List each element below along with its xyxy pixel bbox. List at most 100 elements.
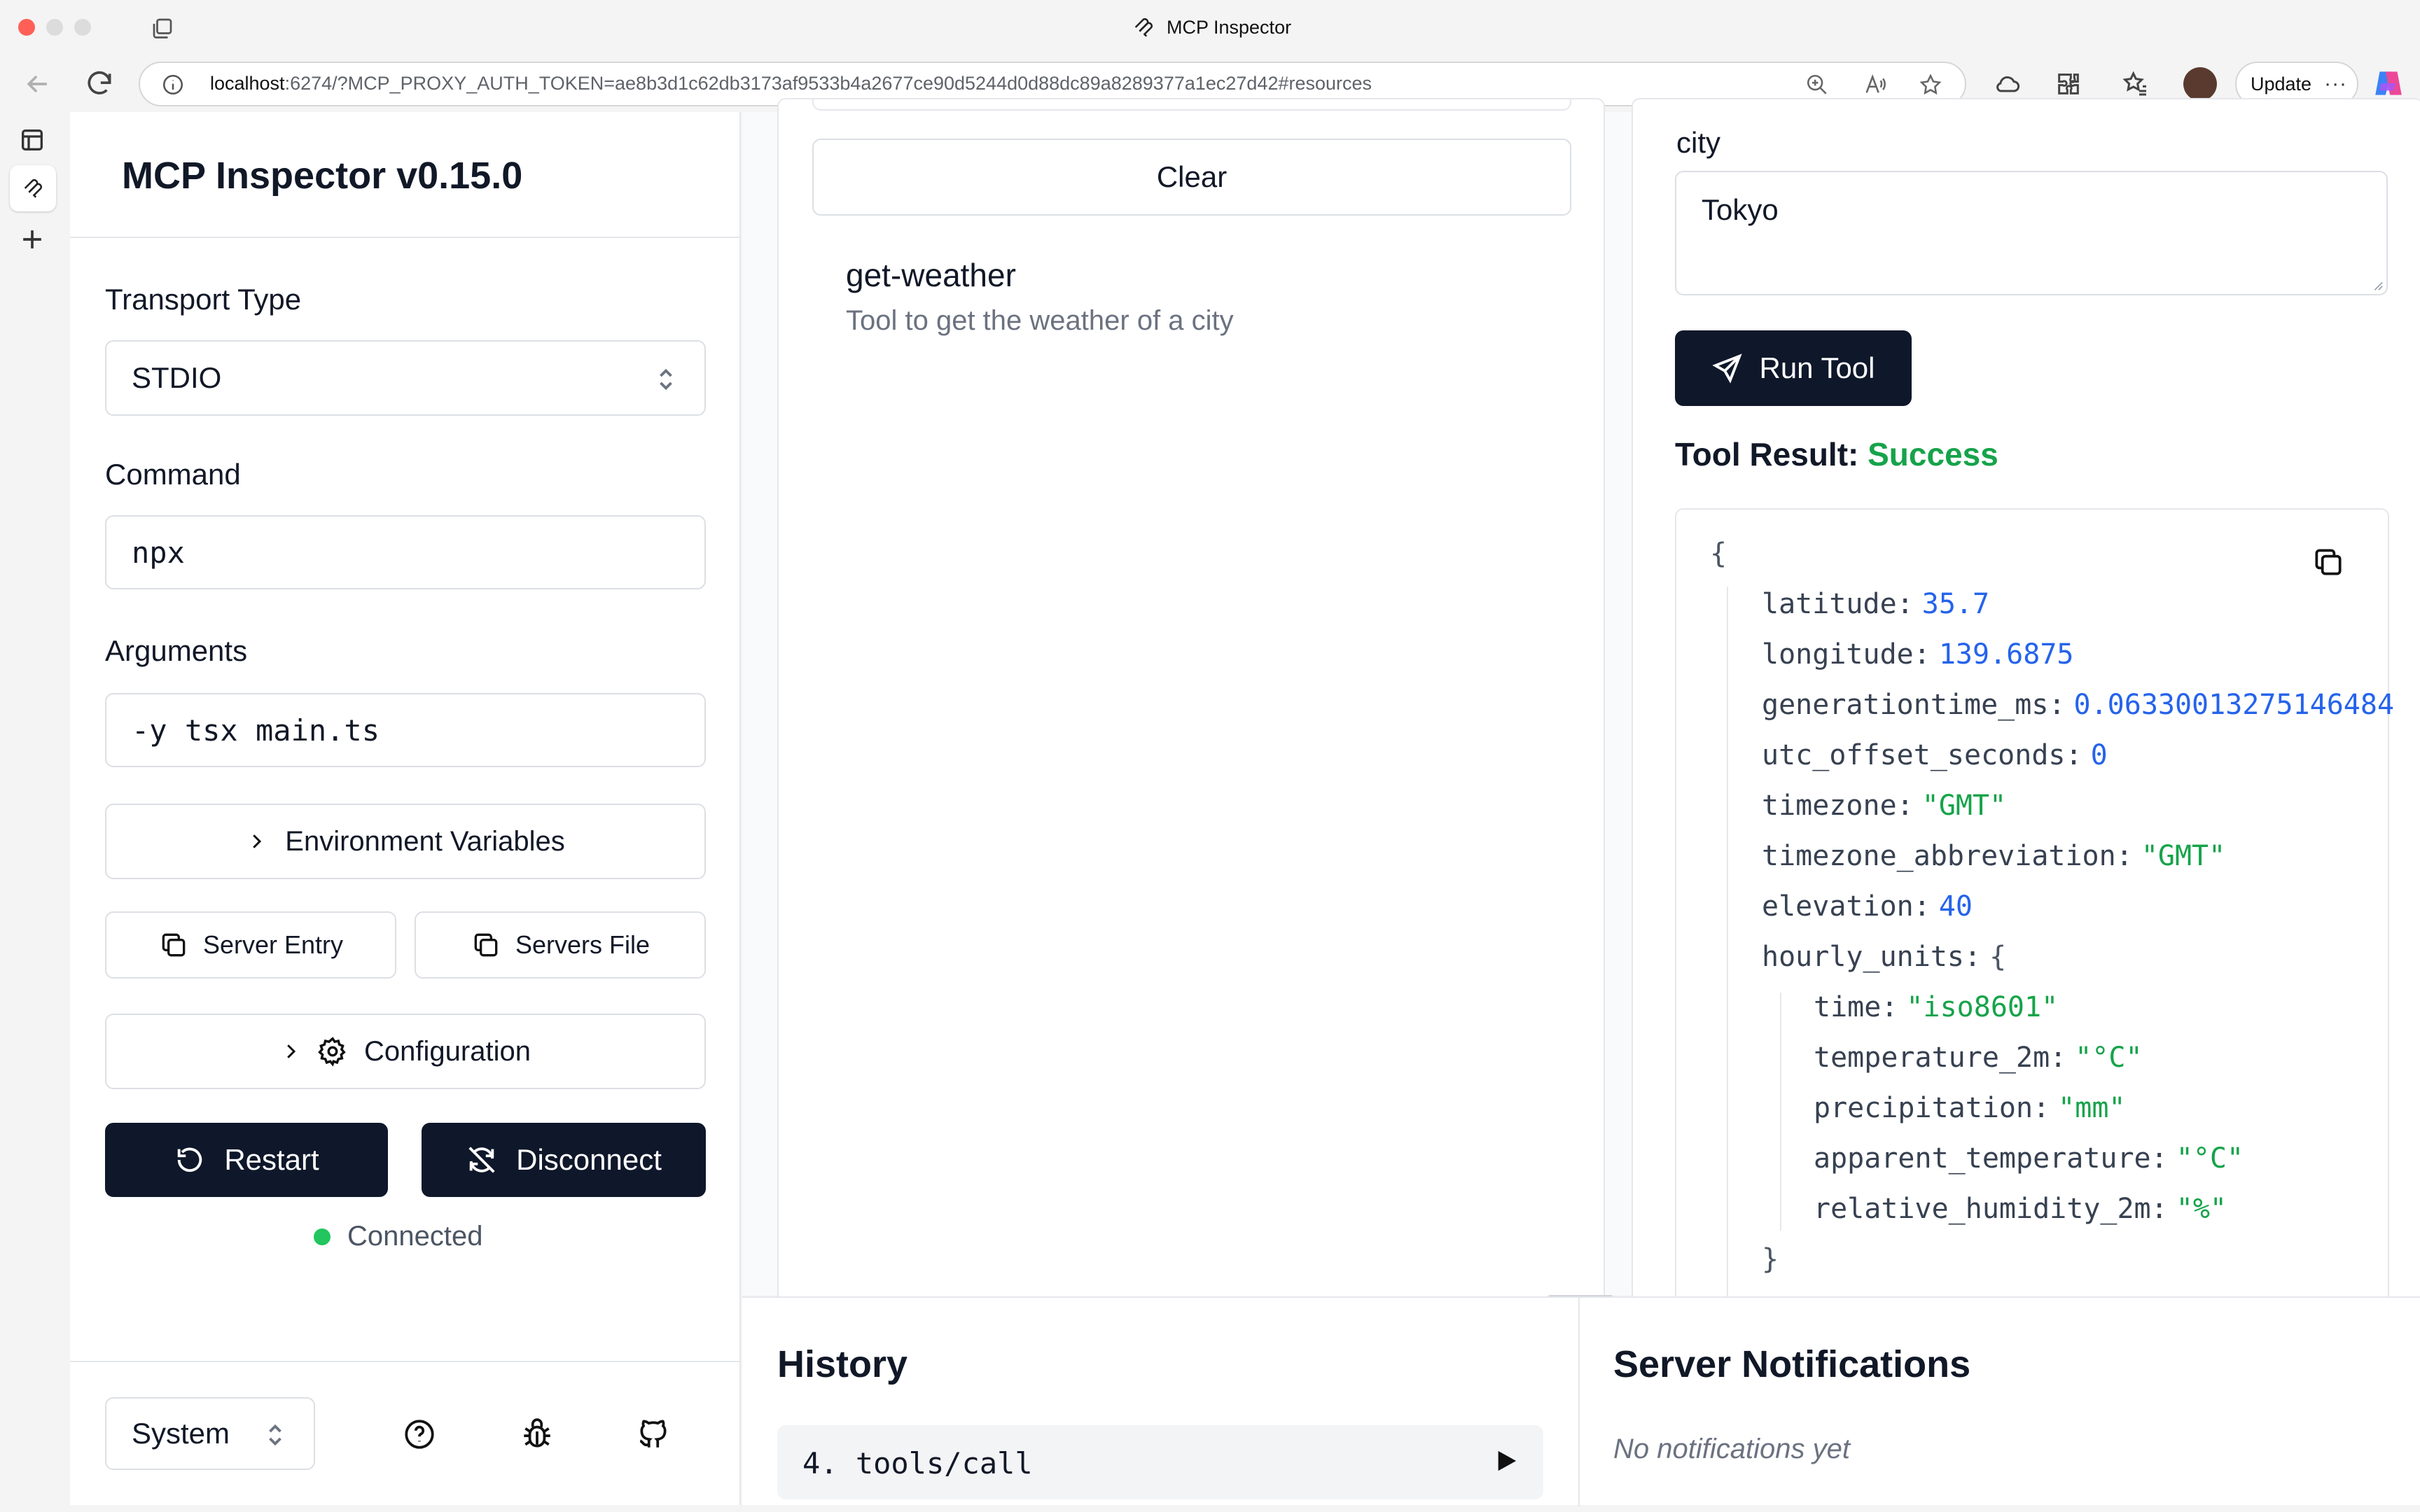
json-value: 0 [2090, 739, 2108, 771]
run-tool-button[interactable]: Run Tool [1675, 330, 1912, 406]
server-notifications-title: Server Notifications [1613, 1343, 1971, 1385]
tab-panel-icon[interactable] [18, 126, 46, 154]
bug-icon[interactable] [520, 1417, 555, 1452]
connection-sidebar: MCP Inspector v0.15.0 Transport Type STD… [70, 112, 741, 1505]
tools-tab-content: Clear get-weather Tool to get the weathe… [742, 98, 2420, 1322]
notifications-empty-text: No notifications yet [1613, 1434, 1850, 1464]
json-key: time: [1814, 991, 1898, 1023]
server-entry-label: Server Entry [202, 930, 344, 959]
divider [70, 1361, 739, 1362]
browser-titlebar: MCP Inspector [0, 0, 2420, 56]
mcp-logo-icon [1132, 15, 1155, 39]
clear-label: Clear [1156, 160, 1228, 193]
copilot-icon[interactable] [2371, 66, 2406, 101]
restart-label: Restart [224, 1143, 319, 1176]
tool-detail-card: city Tokyo Run Tool Tool Result: Success… [1632, 98, 2420, 1322]
reload-button[interactable] [84, 69, 115, 99]
resize-handle-icon[interactable] [2371, 279, 2384, 291]
copy-icon [471, 930, 501, 960]
configuration-label: Configuration [364, 1035, 531, 1067]
chevron-right-icon [280, 1041, 301, 1062]
json-line: temperature_2m: "°C" [1814, 1042, 2143, 1074]
extensions-icon[interactable] [2054, 70, 2082, 98]
help-icon[interactable] [402, 1417, 437, 1452]
read-aloud-icon[interactable] [1863, 73, 1886, 97]
environment-variables-label: Environment Variables [285, 825, 565, 857]
json-line: utc_offset_seconds: 0 [1762, 739, 2108, 771]
transport-type-select[interactable]: STDIO [105, 340, 706, 416]
copy-result-icon[interactable] [2311, 545, 2346, 580]
arguments-input[interactable]: -y tsx main.ts [105, 693, 706, 767]
divider [1578, 1298, 1580, 1506]
back-button[interactable] [22, 69, 53, 99]
json-line: precipitation: "mm" [1814, 1092, 2125, 1124]
json-brace: { [1710, 538, 1727, 570]
history-item[interactable]: 4. tools/call [777, 1425, 1543, 1499]
json-line: { [1710, 538, 1727, 570]
tab-title: MCP Inspector [1167, 16, 1292, 38]
bottom-panels: History 4. tools/call Server Notificatio… [742, 1296, 2420, 1506]
status-dot [314, 1228, 331, 1245]
json-value: "%" [2176, 1193, 2227, 1225]
favorite-star-icon[interactable] [1919, 73, 1942, 97]
zoom-window-button[interactable] [74, 19, 91, 36]
play-icon[interactable] [1494, 1449, 1518, 1473]
json-line: time: "iso8601" [1814, 991, 2058, 1023]
run-tool-label: Run Tool [1759, 351, 1875, 384]
new-tab-icon[interactable] [17, 224, 48, 255]
list-tools-button-edge[interactable] [812, 99, 1571, 111]
vertical-tab-mcp[interactable] [10, 165, 56, 211]
json-brace: } [1762, 1243, 1779, 1275]
json-value: "iso8601" [1906, 991, 2059, 1023]
json-value: "GMT" [2141, 840, 2226, 872]
tool-name: get-weather [846, 257, 1016, 293]
json-line: apparent_temperature: "°C" [1814, 1142, 2244, 1175]
json-line: elevation: 40 [1762, 890, 1973, 923]
command-input[interactable]: npx [105, 515, 706, 589]
server-entry-button[interactable]: Server Entry [105, 911, 396, 979]
tab-actions-icon[interactable] [150, 15, 175, 41]
vertical-tab-strip [0, 112, 70, 1512]
city-value: Tokyo [1702, 193, 1779, 226]
json-value: 35.7 [1921, 588, 1990, 620]
json-key: elevation: [1762, 890, 1931, 923]
json-line: timezone_abbreviation: "GMT" [1762, 840, 2225, 872]
status-text: Connected [347, 1221, 483, 1252]
close-window-button[interactable] [18, 19, 35, 36]
indent-guide [1780, 993, 1781, 1231]
site-info-icon[interactable] [161, 73, 185, 97]
restart-button[interactable]: Restart [105, 1123, 388, 1197]
github-icon[interactable] [636, 1417, 671, 1452]
city-textarea[interactable]: Tokyo [1675, 171, 2388, 295]
cloud-icon[interactable] [1993, 70, 2021, 98]
disconnect-button[interactable]: Disconnect [422, 1123, 706, 1197]
arguments-label: Arguments [105, 634, 248, 667]
divider [70, 237, 739, 238]
history-item-label: 4. tools/call [802, 1446, 1033, 1480]
json-key: timezone: [1762, 790, 1914, 822]
chevron-updown-icon [655, 365, 676, 393]
configuration-toggle[interactable]: Configuration [105, 1014, 706, 1089]
rotate-ccw-icon [174, 1144, 206, 1176]
json-key: longitude: [1762, 638, 1931, 671]
favorites-icon[interactable] [2122, 70, 2150, 98]
command-value: npx [132, 535, 185, 570]
active-tab[interactable]: MCP Inspector [1132, 15, 1291, 39]
minimize-window-button[interactable] [46, 19, 63, 36]
json-line: timezone: "GMT" [1762, 790, 2006, 822]
url-text[interactable]: localhost:6274/?MCP_PROXY_AUTH_TOKEN=ae8… [210, 73, 1372, 94]
theme-select[interactable]: System [105, 1397, 315, 1470]
json-key: generationtime_ms: [1762, 689, 2066, 721]
theme-value: System [132, 1417, 230, 1450]
transport-type-value: STDIO [132, 361, 222, 394]
copy-icon [158, 930, 189, 960]
servers-file-button[interactable]: Servers File [415, 911, 706, 979]
environment-variables-toggle[interactable]: Environment Variables [105, 804, 706, 879]
city-param-label: city [1676, 126, 1720, 159]
profile-avatar[interactable] [2183, 67, 2217, 101]
update-label: Update [2251, 73, 2312, 94]
clear-tools-button[interactable]: Clear [812, 139, 1571, 216]
tool-item[interactable]: get-weather Tool to get the weather of a… [812, 242, 1571, 361]
connection-status: Connected [314, 1221, 482, 1252]
zoom-icon[interactable] [1805, 73, 1829, 97]
